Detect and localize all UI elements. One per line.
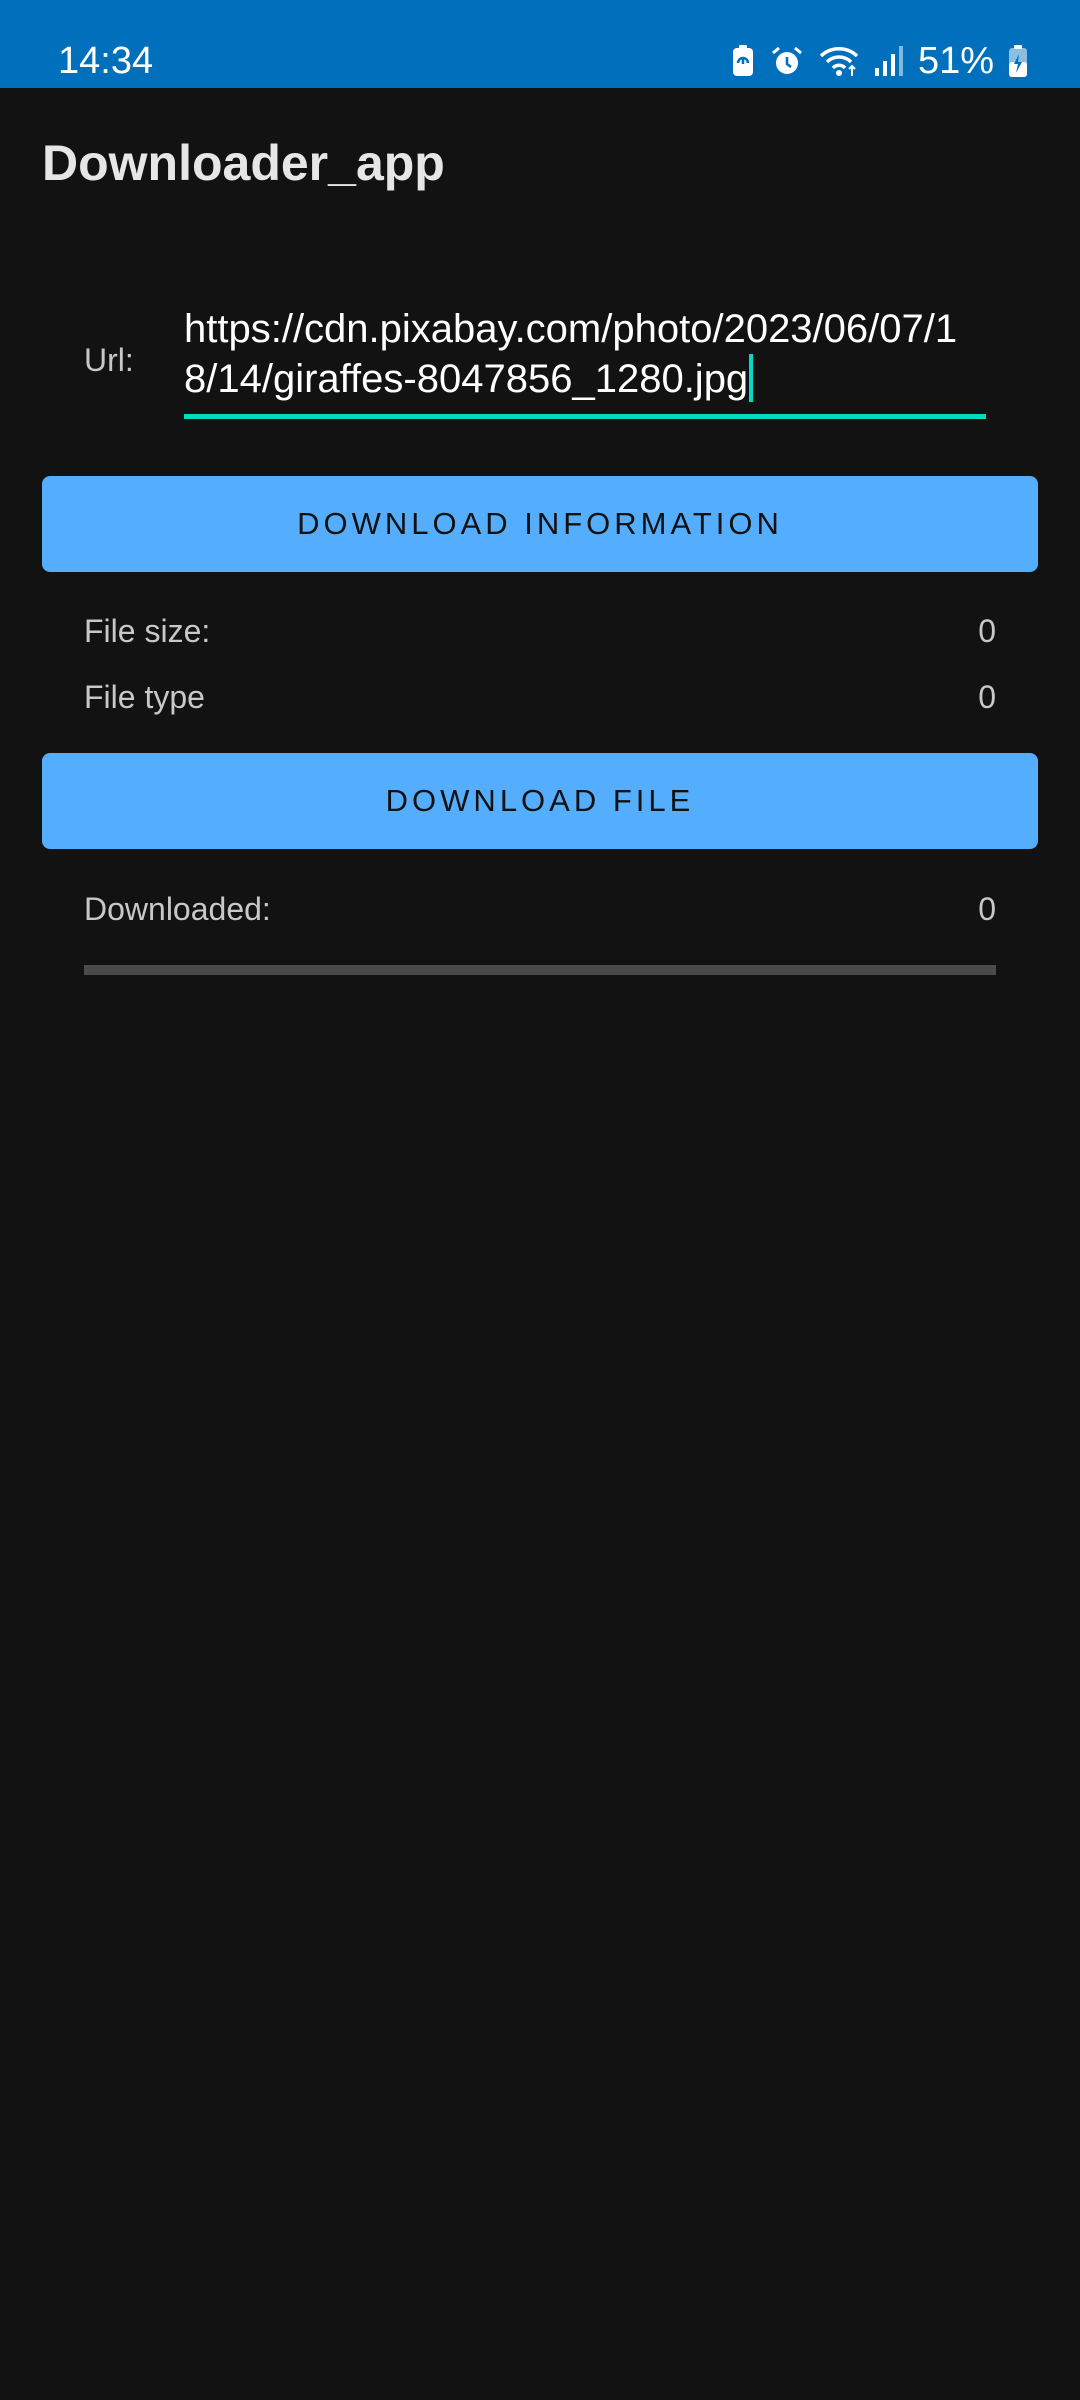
status-bar: 14:34 51% xyxy=(0,0,1080,88)
file-type-value: 0 xyxy=(978,678,996,715)
url-input-underline xyxy=(184,414,986,419)
file-type-row: File type 0 xyxy=(84,675,996,719)
url-input-text: https://cdn.pixabay.com/photo/2023/06/07… xyxy=(184,307,958,401)
url-label: Url: xyxy=(84,342,134,378)
url-input[interactable]: https://cdn.pixabay.com/photo/2023/06/07… xyxy=(184,304,986,412)
downloaded-row: Downloaded: 0 xyxy=(84,887,996,931)
file-size-row: File size: 0 xyxy=(84,609,996,653)
download-information-label: DOWNLOAD INFORMATION xyxy=(297,506,783,541)
download-progress-bar xyxy=(84,965,996,975)
downloaded-value: 0 xyxy=(978,890,996,927)
file-type-label: File type xyxy=(84,678,205,715)
download-information-button[interactable]: DOWNLOAD INFORMATION xyxy=(42,476,1038,572)
text-cursor xyxy=(749,354,754,402)
file-size-value: 0 xyxy=(978,612,996,649)
wifi-icon xyxy=(818,44,860,78)
status-time: 14:34 xyxy=(58,40,154,82)
signal-icon xyxy=(874,44,904,78)
battery-saver-icon xyxy=(730,44,756,78)
file-size-label: File size: xyxy=(84,612,211,649)
battery-percent: 51% xyxy=(917,40,994,82)
app-title: Downloader_app xyxy=(42,135,445,191)
battery-charging-icon xyxy=(1008,44,1028,78)
downloaded-label: Downloaded: xyxy=(84,890,271,927)
download-file-button[interactable]: DOWNLOAD FILE xyxy=(42,753,1038,849)
download-file-label: DOWNLOAD FILE xyxy=(385,783,695,818)
status-icons: 51% xyxy=(730,38,1028,84)
alarm-icon xyxy=(770,44,804,78)
